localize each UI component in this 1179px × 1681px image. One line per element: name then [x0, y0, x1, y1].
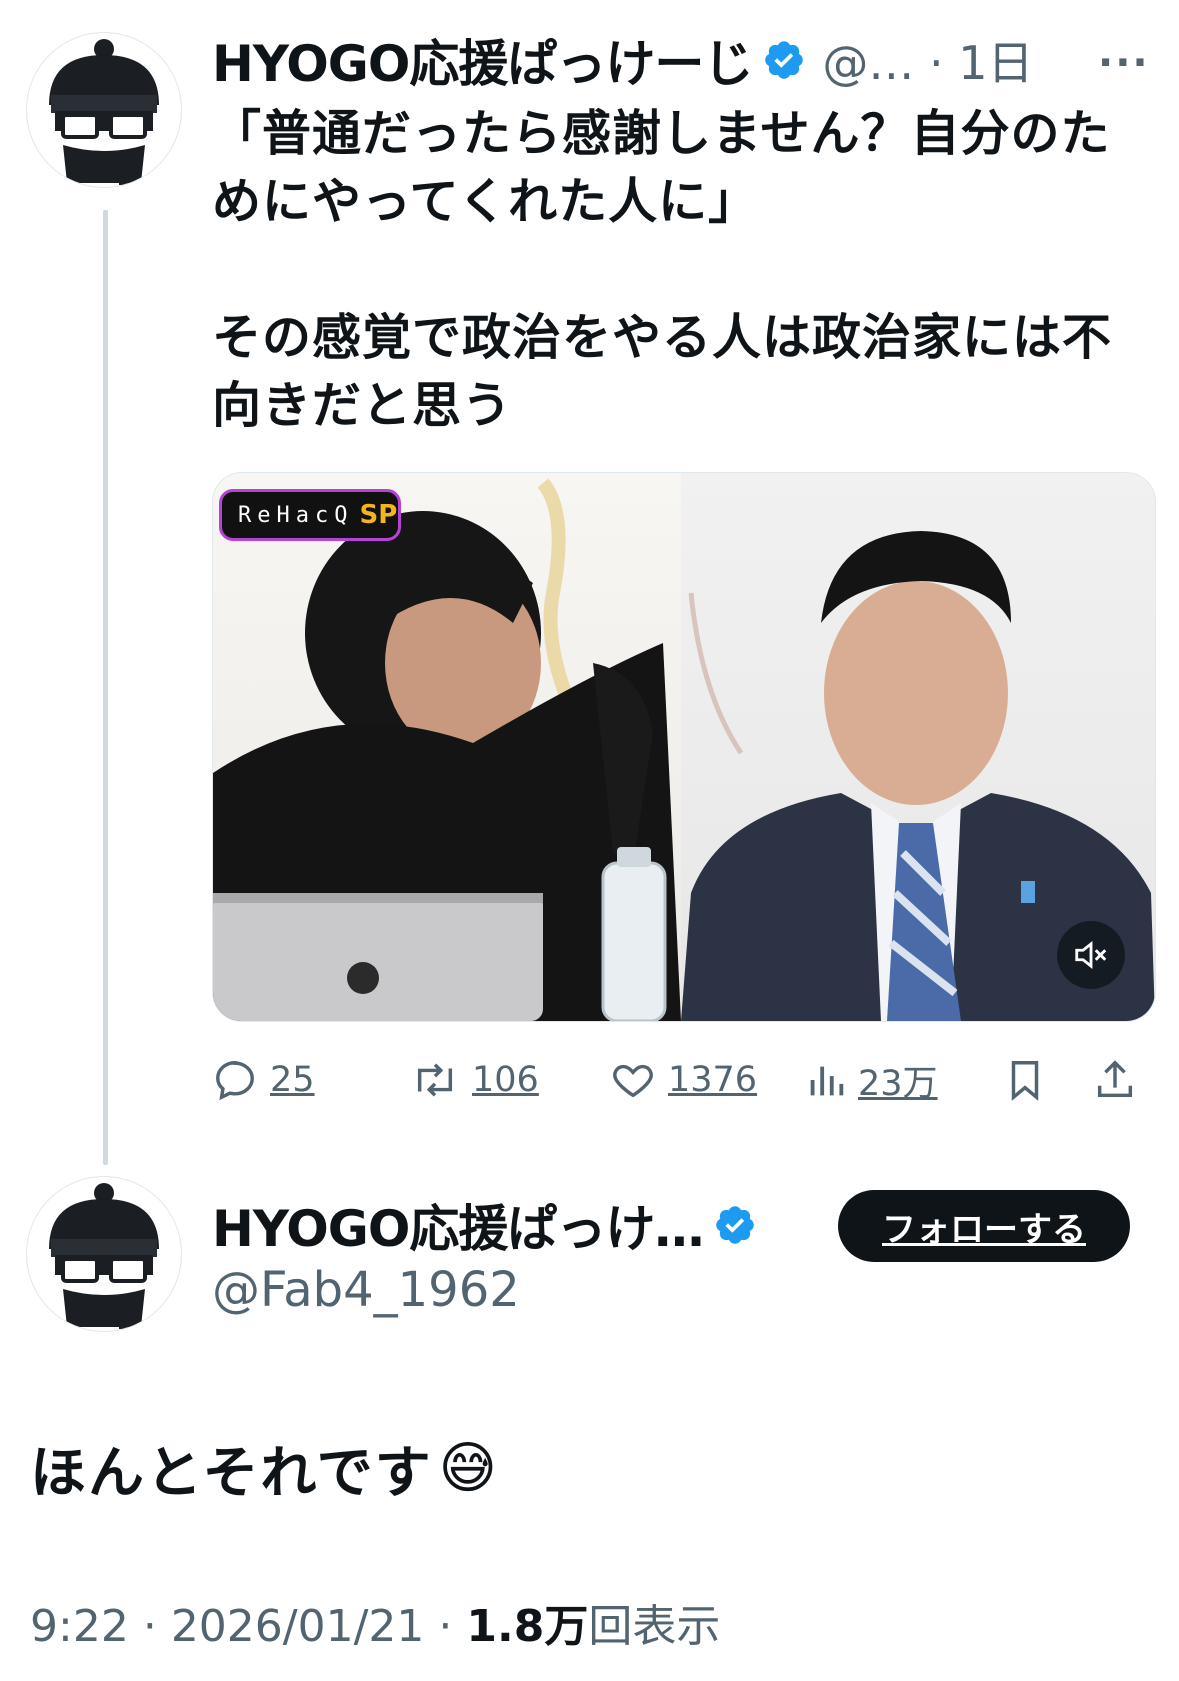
like-count: 1376	[668, 1060, 758, 1100]
avatar[interactable]	[26, 1176, 182, 1332]
views-count: 1.8万	[466, 1601, 589, 1652]
reply-header: HYOGO応援ぱっけ…	[212, 1195, 757, 1258]
reply-body: ほんとそれです	[30, 1441, 433, 1506]
verified-badge-icon[interactable]	[713, 1203, 757, 1247]
action-bar: 25 106 1376 23万	[212, 1050, 1162, 1110]
bookmark-button[interactable]	[1002, 1050, 1048, 1110]
views-chart-icon	[810, 1066, 844, 1096]
badge-sp: SP	[359, 500, 398, 530]
separator: ·	[438, 1601, 453, 1652]
tweet-meta: 9:22 · 2026/01/21 · 1.8万回表示	[30, 1590, 720, 1654]
rehacq-badge: ReHacQ SP	[219, 489, 401, 541]
tweet-time[interactable]: 9:22	[30, 1601, 129, 1652]
separator: ·	[142, 1601, 157, 1652]
more-options-icon[interactable]: ···	[1098, 40, 1150, 86]
reply-button[interactable]: 25	[212, 1050, 315, 1110]
views-button[interactable]: 23万	[806, 1050, 938, 1110]
retweet-button[interactable]: 106	[410, 1050, 539, 1110]
bookmark-icon	[1011, 1061, 1039, 1101]
handle[interactable]: @Fab4_1962	[212, 1262, 520, 1318]
speaker-muted-icon	[1075, 940, 1107, 970]
retweet-icon	[417, 1063, 453, 1097]
video-media[interactable]: ReHacQ SP	[212, 472, 1156, 1022]
tweet-date[interactable]: 2026/01/21	[171, 1601, 425, 1652]
sweat-smile-emoji-icon: 😅	[438, 1436, 500, 1501]
verified-badge-icon[interactable]	[762, 38, 806, 82]
display-name[interactable]: HYOGO応援ぱっけーじ	[212, 24, 753, 96]
mute-button[interactable]	[1057, 921, 1125, 989]
avatar[interactable]	[26, 32, 182, 188]
handle-and-time[interactable]: @… · 1日	[822, 27, 1033, 93]
reply-icon	[216, 1061, 254, 1101]
tweet-header: HYOGO応援ぱっけーじ @… · 1日	[212, 27, 1033, 93]
views-count: 23万	[858, 1063, 938, 1104]
display-name[interactable]: HYOGO応援ぱっけ…	[212, 1189, 704, 1261]
reply-text: ほんとそれです 😅	[30, 1428, 499, 1509]
video-left-panel	[213, 473, 681, 1021]
reply-count: 25	[270, 1060, 315, 1100]
share-icon	[1097, 1060, 1133, 1098]
thread-line	[103, 210, 108, 1165]
heart-icon	[613, 1064, 653, 1098]
follow-button[interactable]: フォローする	[838, 1190, 1130, 1262]
share-button[interactable]	[1092, 1050, 1138, 1110]
badge-text: ReHacQ	[238, 502, 354, 528]
like-button[interactable]: 1376	[610, 1050, 757, 1110]
retweet-count: 106	[472, 1060, 539, 1100]
tweet-text: 「普通だったら感謝しません？自分のためにやってくれた人に」 その感覚で政治をやる…	[212, 105, 1113, 434]
views-label: 回表示	[588, 1601, 721, 1652]
